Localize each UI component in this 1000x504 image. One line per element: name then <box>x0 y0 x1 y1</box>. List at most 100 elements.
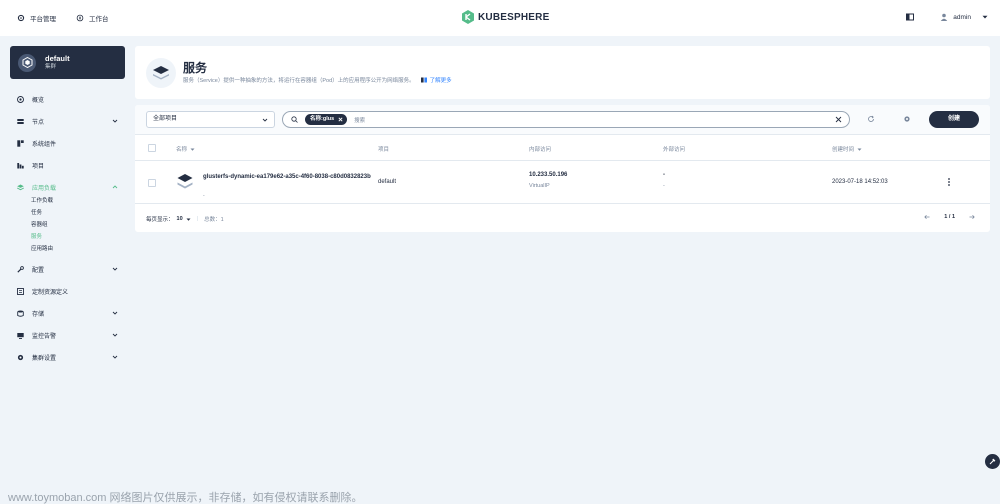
components-icon <box>17 139 24 147</box>
chevron-down-icon <box>112 119 118 123</box>
watermark-text: www.toymoban.com 网络图片仅供展示，非存储，如有侵权请联系删除。 <box>8 492 363 504</box>
select-all-checkbox[interactable] <box>148 144 156 152</box>
service-list: 全部项目 名称:glus 搜索 创建 名称 项目 内部访问 外部访问 创建时间 … <box>135 105 990 232</box>
arrow-left-icon[interactable] <box>924 214 930 220</box>
project-select-value: 全部项目 <box>153 116 178 122</box>
page-size-select[interactable]: 10 <box>177 216 183 222</box>
sidebar-subitem-pods[interactable]: 容器组 <box>12 219 122 231</box>
workbench-label: 工作台 <box>89 16 109 23</box>
cluster-card[interactable]: default 集群 <box>10 46 125 79</box>
page-indicator: 1 / 1 <box>944 214 955 220</box>
page-description: 服务（Service）提供一种抽象的方法，将运行在容器组（Pod）上的应用程序公… <box>183 76 452 84</box>
workbench-link[interactable]: 工作台 <box>76 13 109 23</box>
sidebar-item-label: 存储 <box>32 311 45 318</box>
internal-type-cell: VirtualIP <box>529 183 550 189</box>
external-access-sub: - <box>663 183 665 189</box>
page-size-label: 每页显示： <box>146 217 174 223</box>
chevron-down-icon <box>112 311 118 315</box>
sidebar-item-crd[interactable]: 定制资源定义 <box>12 284 122 298</box>
platform-menu[interactable]: 平台管理 <box>17 13 56 23</box>
toolbox-button[interactable] <box>985 454 1000 469</box>
sidebar-item-label: 项目 <box>32 163 45 170</box>
sidebar-item-projects[interactable]: 项目 <box>12 158 122 172</box>
sidebar-item-overview[interactable]: 概览 <box>12 92 122 106</box>
monitor-icon <box>17 332 24 339</box>
refresh-button[interactable] <box>866 114 876 124</box>
kubesphere-logo-icon <box>462 10 474 24</box>
caret-down-icon <box>190 148 195 151</box>
search-icon <box>291 116 298 123</box>
settings-icon <box>17 354 24 361</box>
overview-icon <box>17 95 24 103</box>
column-project: 项目 <box>378 147 390 153</box>
sidebar-item-components[interactable]: 系统组件 <box>12 136 122 150</box>
sidebar-item-label: 监控告警 <box>32 333 57 340</box>
sidebar-item-label: 定制资源定义 <box>32 289 69 296</box>
crd-icon <box>17 287 24 295</box>
sidebar-item-monitoring[interactable]: 监控告警 <box>12 328 122 342</box>
chevron-down-icon <box>262 118 268 122</box>
cluster-icon <box>18 53 36 72</box>
top-nav: 平台管理 工作台 <box>17 13 109 23</box>
column-internal-access: 内部访问 <box>529 147 552 153</box>
chevron-down-icon <box>112 333 118 337</box>
layers-icon <box>17 184 24 191</box>
compass-icon <box>76 14 84 22</box>
table-row[interactable]: glusterfs-dynamic-ea179e62-a35c-4f60-803… <box>135 162 990 204</box>
sidebar-item-settings[interactable]: 集群设置 <box>12 350 122 364</box>
sidebar-item-nodes[interactable]: 节点 <box>12 114 122 128</box>
pagination: 每页显示： 10 | 总数：1 1 / 1 <box>135 205 990 232</box>
book-icon <box>420 77 427 83</box>
dashboard-icon[interactable] <box>906 13 915 21</box>
top-right-tools: admin <box>906 13 988 21</box>
platform-label: 平台管理 <box>30 16 56 23</box>
column-name[interactable]: 名称 <box>176 145 195 153</box>
clear-icon[interactable] <box>835 116 842 123</box>
filter-tag-label: 名称:glus <box>310 116 335 122</box>
internal-ip-cell: 10.233.50.196 <box>529 172 568 178</box>
list-toolbar: 全部项目 名称:glus 搜索 创建 <box>135 105 990 135</box>
search-placeholder: 搜索 <box>354 117 366 124</box>
total-count: 总数：1 <box>204 217 224 223</box>
caret-down-icon <box>857 148 862 151</box>
row-checkbox[interactable] <box>148 179 156 187</box>
sidebar-item-storage[interactable]: 存储 <box>12 306 122 320</box>
nodes-icon <box>17 118 24 125</box>
user-icon <box>941 13 948 21</box>
service-name-link[interactable]: glusterfs-dynamic-ea179e62-a35c-4f60-803… <box>203 172 373 182</box>
settings-button[interactable] <box>902 114 912 124</box>
search-input[interactable]: 名称:glus 搜索 <box>282 111 850 128</box>
page-nav: 1 / 1 <box>924 214 975 220</box>
kubesphere-logo[interactable]: KUBESPHERE <box>462 10 549 24</box>
column-label: 创建时间 <box>832 147 855 153</box>
refresh-icon <box>868 115 874 122</box>
sidebar-item-label: 节点 <box>32 119 45 126</box>
top-bar: 平台管理 工作台 KUBESPHERE admin <box>0 0 1000 36</box>
description-text: 服务（Service）提供一种抽象的方法，将运行在容器组（Pod）上的应用程序公… <box>183 78 415 84</box>
sidebar-subitem-services[interactable]: 服务 <box>12 231 122 243</box>
column-label: 名称 <box>176 147 188 153</box>
project-select[interactable]: 全部项目 <box>146 111 275 128</box>
filter-tag[interactable]: 名称:glus <box>305 114 348 125</box>
sidebar-subitem-routes[interactable]: 应用路由 <box>12 243 122 255</box>
user-menu[interactable]: admin <box>940 13 988 21</box>
create-button[interactable]: 创建 <box>929 111 979 128</box>
storage-icon <box>17 310 24 317</box>
sidebar-subitem-jobs[interactable]: 任务 <box>12 207 122 219</box>
sidebar-subitem-workloads[interactable]: 工作负载 <box>12 195 122 207</box>
more-icon[interactable] <box>947 177 951 187</box>
close-icon[interactable] <box>338 117 343 122</box>
hammer-icon <box>989 458 996 465</box>
caret-down-icon <box>982 15 988 19</box>
sidebar-item-config[interactable]: 配置 <box>12 262 122 276</box>
sidebar-item-app-workloads[interactable]: 应用负载 <box>12 180 122 194</box>
column-created[interactable]: 创建时间 <box>832 145 862 153</box>
user-name: admin <box>953 13 971 21</box>
projects-icon <box>17 162 24 169</box>
page-size-control: 每页显示： 10 | 总数：1 <box>146 215 224 223</box>
caret-down-icon[interactable] <box>186 217 191 222</box>
learn-more-link[interactable]: 了解更多 <box>420 76 452 84</box>
sidebar-item-label: 系统组件 <box>32 141 57 148</box>
arrow-right-icon[interactable] <box>969 214 975 220</box>
wrench-icon <box>17 265 24 273</box>
